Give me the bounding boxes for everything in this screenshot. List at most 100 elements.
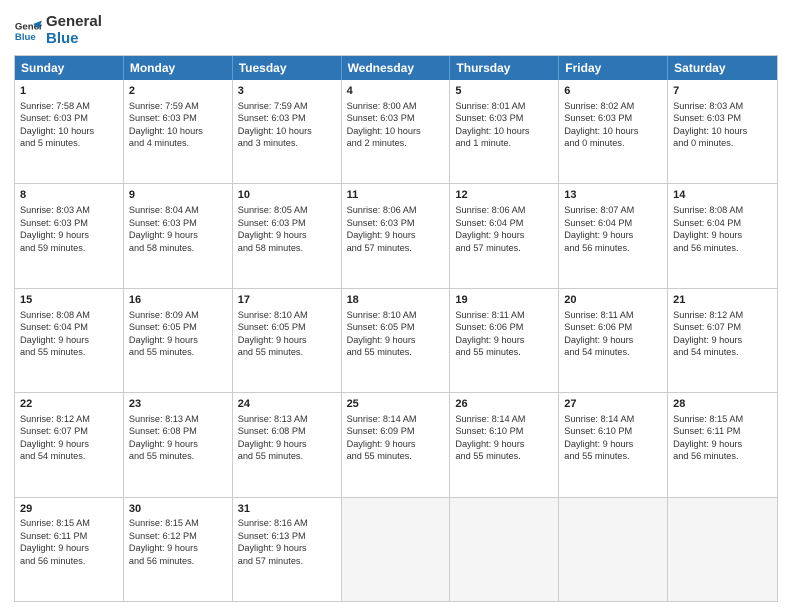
logo-icon: General Blue [14, 17, 42, 45]
day-number: 21 [673, 293, 772, 308]
calendar-cell: 20Sunrise: 8:11 AMSunset: 6:06 PMDayligh… [559, 289, 668, 392]
calendar-cell: 16Sunrise: 8:09 AMSunset: 6:05 PMDayligh… [124, 289, 233, 392]
weekday-header: Thursday [450, 56, 559, 80]
day-number: 28 [673, 397, 772, 412]
day-number: 8 [20, 188, 118, 203]
cell-text: Sunrise: 8:08 AMSunset: 6:04 PMDaylight:… [20, 309, 118, 359]
calendar-row: 8Sunrise: 8:03 AMSunset: 6:03 PMDaylight… [15, 183, 777, 287]
calendar-cell: 17Sunrise: 8:10 AMSunset: 6:05 PMDayligh… [233, 289, 342, 392]
calendar-cell: 26Sunrise: 8:14 AMSunset: 6:10 PMDayligh… [450, 393, 559, 496]
calendar-cell: 19Sunrise: 8:11 AMSunset: 6:06 PMDayligh… [450, 289, 559, 392]
calendar-cell: 14Sunrise: 8:08 AMSunset: 6:04 PMDayligh… [668, 184, 777, 287]
calendar-cell: 27Sunrise: 8:14 AMSunset: 6:10 PMDayligh… [559, 393, 668, 496]
calendar-cell: 21Sunrise: 8:12 AMSunset: 6:07 PMDayligh… [668, 289, 777, 392]
day-number: 4 [347, 84, 445, 99]
calendar-cell: 8Sunrise: 8:03 AMSunset: 6:03 PMDaylight… [15, 184, 124, 287]
cell-text: Sunrise: 8:00 AMSunset: 6:03 PMDaylight:… [347, 100, 445, 150]
calendar: SundayMondayTuesdayWednesdayThursdayFrid… [14, 55, 778, 602]
cell-text: Sunrise: 8:13 AMSunset: 6:08 PMDaylight:… [238, 413, 336, 463]
cell-text: Sunrise: 8:11 AMSunset: 6:06 PMDaylight:… [564, 309, 662, 359]
cell-text: Sunrise: 8:06 AMSunset: 6:03 PMDaylight:… [347, 204, 445, 254]
calendar-cell: 23Sunrise: 8:13 AMSunset: 6:08 PMDayligh… [124, 393, 233, 496]
day-number: 22 [20, 397, 118, 412]
calendar-cell: 3Sunrise: 7:59 AMSunset: 6:03 PMDaylight… [233, 80, 342, 183]
calendar-cell: 24Sunrise: 8:13 AMSunset: 6:08 PMDayligh… [233, 393, 342, 496]
calendar-cell [450, 498, 559, 601]
calendar-cell: 30Sunrise: 8:15 AMSunset: 6:12 PMDayligh… [124, 498, 233, 601]
day-number: 6 [564, 84, 662, 99]
day-number: 13 [564, 188, 662, 203]
day-number: 5 [455, 84, 553, 99]
cell-text: Sunrise: 8:10 AMSunset: 6:05 PMDaylight:… [238, 309, 336, 359]
cell-text: Sunrise: 8:12 AMSunset: 6:07 PMDaylight:… [20, 413, 118, 463]
cell-text: Sunrise: 8:15 AMSunset: 6:12 PMDaylight:… [129, 517, 227, 567]
weekday-header: Monday [124, 56, 233, 80]
cell-text: Sunrise: 8:02 AMSunset: 6:03 PMDaylight:… [564, 100, 662, 150]
cell-text: Sunrise: 8:05 AMSunset: 6:03 PMDaylight:… [238, 204, 336, 254]
calendar-cell: 6Sunrise: 8:02 AMSunset: 6:03 PMDaylight… [559, 80, 668, 183]
cell-text: Sunrise: 8:01 AMSunset: 6:03 PMDaylight:… [455, 100, 553, 150]
day-number: 27 [564, 397, 662, 412]
calendar-cell: 7Sunrise: 8:03 AMSunset: 6:03 PMDaylight… [668, 80, 777, 183]
day-number: 2 [129, 84, 227, 99]
cell-text: Sunrise: 8:16 AMSunset: 6:13 PMDaylight:… [238, 517, 336, 567]
cell-text: Sunrise: 8:10 AMSunset: 6:05 PMDaylight:… [347, 309, 445, 359]
cell-text: Sunrise: 8:14 AMSunset: 6:09 PMDaylight:… [347, 413, 445, 463]
calendar-cell: 9Sunrise: 8:04 AMSunset: 6:03 PMDaylight… [124, 184, 233, 287]
cell-text: Sunrise: 7:58 AMSunset: 6:03 PMDaylight:… [20, 100, 118, 150]
day-number: 23 [129, 397, 227, 412]
calendar-cell: 2Sunrise: 7:59 AMSunset: 6:03 PMDaylight… [124, 80, 233, 183]
day-number: 7 [673, 84, 772, 99]
day-number: 9 [129, 188, 227, 203]
logo-general: General [46, 14, 102, 31]
calendar-cell [342, 498, 451, 601]
calendar-cell: 15Sunrise: 8:08 AMSunset: 6:04 PMDayligh… [15, 289, 124, 392]
calendar-header: SundayMondayTuesdayWednesdayThursdayFrid… [15, 56, 777, 80]
day-number: 19 [455, 293, 553, 308]
weekday-header: Saturday [668, 56, 777, 80]
calendar-row: 29Sunrise: 8:15 AMSunset: 6:11 PMDayligh… [15, 497, 777, 601]
cell-text: Sunrise: 8:14 AMSunset: 6:10 PMDaylight:… [455, 413, 553, 463]
calendar-cell: 28Sunrise: 8:15 AMSunset: 6:11 PMDayligh… [668, 393, 777, 496]
calendar-cell: 1Sunrise: 7:58 AMSunset: 6:03 PMDaylight… [15, 80, 124, 183]
calendar-cell: 4Sunrise: 8:00 AMSunset: 6:03 PMDaylight… [342, 80, 451, 183]
weekday-header: Tuesday [233, 56, 342, 80]
day-number: 10 [238, 188, 336, 203]
day-number: 12 [455, 188, 553, 203]
cell-text: Sunrise: 8:15 AMSunset: 6:11 PMDaylight:… [673, 413, 772, 463]
day-number: 26 [455, 397, 553, 412]
cell-text: Sunrise: 8:06 AMSunset: 6:04 PMDaylight:… [455, 204, 553, 254]
day-number: 1 [20, 84, 118, 99]
day-number: 16 [129, 293, 227, 308]
calendar-cell: 10Sunrise: 8:05 AMSunset: 6:03 PMDayligh… [233, 184, 342, 287]
calendar-cell: 25Sunrise: 8:14 AMSunset: 6:09 PMDayligh… [342, 393, 451, 496]
cell-text: Sunrise: 8:08 AMSunset: 6:04 PMDaylight:… [673, 204, 772, 254]
day-number: 20 [564, 293, 662, 308]
cell-text: Sunrise: 8:07 AMSunset: 6:04 PMDaylight:… [564, 204, 662, 254]
svg-text:Blue: Blue [15, 31, 36, 42]
cell-text: Sunrise: 8:13 AMSunset: 6:08 PMDaylight:… [129, 413, 227, 463]
cell-text: Sunrise: 8:09 AMSunset: 6:05 PMDaylight:… [129, 309, 227, 359]
calendar-cell: 12Sunrise: 8:06 AMSunset: 6:04 PMDayligh… [450, 184, 559, 287]
cell-text: Sunrise: 7:59 AMSunset: 6:03 PMDaylight:… [238, 100, 336, 150]
calendar-cell: 11Sunrise: 8:06 AMSunset: 6:03 PMDayligh… [342, 184, 451, 287]
cell-text: Sunrise: 8:03 AMSunset: 6:03 PMDaylight:… [20, 204, 118, 254]
cell-text: Sunrise: 8:15 AMSunset: 6:11 PMDaylight:… [20, 517, 118, 567]
day-number: 29 [20, 502, 118, 517]
calendar-cell: 31Sunrise: 8:16 AMSunset: 6:13 PMDayligh… [233, 498, 342, 601]
calendar-cell: 13Sunrise: 8:07 AMSunset: 6:04 PMDayligh… [559, 184, 668, 287]
cell-text: Sunrise: 7:59 AMSunset: 6:03 PMDaylight:… [129, 100, 227, 150]
weekday-header: Wednesday [342, 56, 451, 80]
logo-blue: Blue [46, 31, 102, 48]
calendar-cell: 5Sunrise: 8:01 AMSunset: 6:03 PMDaylight… [450, 80, 559, 183]
calendar-body: 1Sunrise: 7:58 AMSunset: 6:03 PMDaylight… [15, 80, 777, 601]
day-number: 30 [129, 502, 227, 517]
weekday-header: Friday [559, 56, 668, 80]
calendar-row: 15Sunrise: 8:08 AMSunset: 6:04 PMDayligh… [15, 288, 777, 392]
day-number: 31 [238, 502, 336, 517]
cell-text: Sunrise: 8:14 AMSunset: 6:10 PMDaylight:… [564, 413, 662, 463]
cell-text: Sunrise: 8:03 AMSunset: 6:03 PMDaylight:… [673, 100, 772, 150]
cell-text: Sunrise: 8:12 AMSunset: 6:07 PMDaylight:… [673, 309, 772, 359]
weekday-header: Sunday [15, 56, 124, 80]
calendar-cell: 29Sunrise: 8:15 AMSunset: 6:11 PMDayligh… [15, 498, 124, 601]
